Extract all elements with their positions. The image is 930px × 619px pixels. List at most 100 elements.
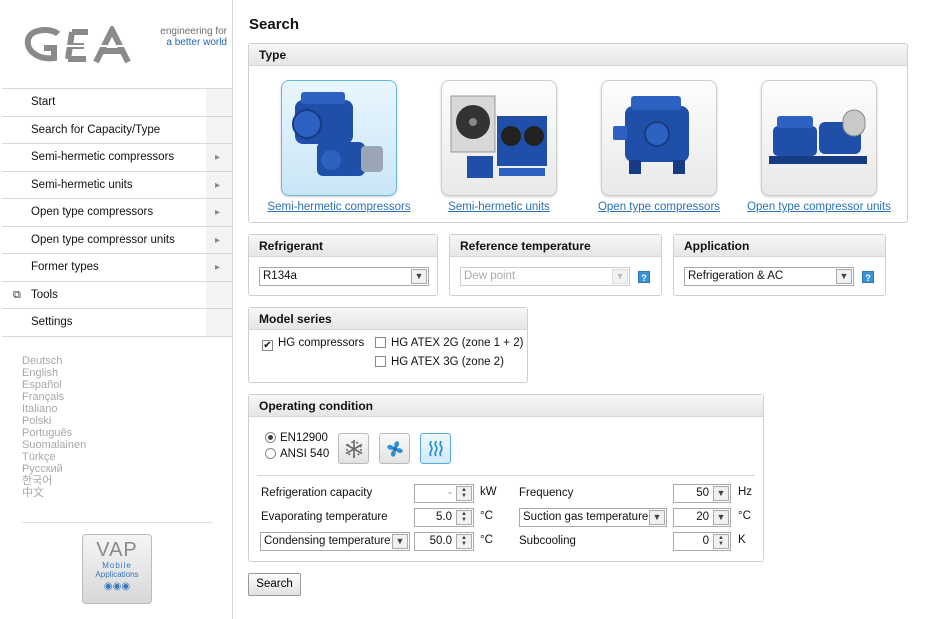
sidebar-item-label: Former types xyxy=(31,261,99,273)
refrigerant-select[interactable]: R134a ▼ xyxy=(259,267,429,286)
ansi540-radio[interactable]: ANSI 540 xyxy=(265,448,329,460)
sidebar-item-tools[interactable]: ⧉ Tools xyxy=(2,281,232,309)
language-link[interactable]: Français xyxy=(22,391,86,403)
hg-atex-3g-checkbox[interactable]: HG ATEX 3G (zone 2) xyxy=(375,356,504,368)
language-link[interactable]: English xyxy=(22,367,86,379)
external-link-icon: ⧉ xyxy=(13,288,21,301)
refrigeration-mode-button[interactable] xyxy=(338,433,369,464)
type-semi-hermetic-units[interactable]: Semi-hermetic units xyxy=(419,80,579,213)
condensing-temperature-value: 50.0 xyxy=(429,535,452,547)
language-link[interactable]: 中文 xyxy=(22,487,86,499)
reference-temperature-select[interactable]: Dew point ▼ xyxy=(460,267,630,286)
type-label[interactable]: Open type compressors xyxy=(579,201,739,213)
type-label[interactable]: Semi-hermetic compressors xyxy=(259,201,419,213)
air-conditioning-mode-button[interactable] xyxy=(379,433,410,464)
sidebar-item-semi-hermetic-compressors[interactable]: Semi-hermetic compressors ▸ xyxy=(2,144,232,172)
chevron-right-icon: ▸ xyxy=(215,234,221,246)
help-icon[interactable]: ? xyxy=(862,271,874,283)
sidebar-item-label: Semi-hermetic units xyxy=(31,178,133,191)
language-link[interactable]: Español xyxy=(22,379,86,391)
sidebar-divider xyxy=(22,522,212,523)
language-list: Deutsch English Español Français Italian… xyxy=(22,355,86,499)
refrigerant-panel: Refrigerant R134a ▼ xyxy=(248,234,438,296)
chevron-down-icon: ▼ xyxy=(649,510,665,525)
operating-condition-panel: Operating condition EN12900 ANSI 540 Ref… xyxy=(248,394,764,562)
model-series-panel: Model series ✔ HG compressors HG ATEX 2G … xyxy=(248,307,528,383)
chevron-down-icon[interactable]: ▼ xyxy=(713,486,729,501)
type-panel-title: Type xyxy=(249,44,907,66)
checkbox-label: HG ATEX 2G (zone 1 + 2) xyxy=(391,337,524,349)
refrigerant-title: Refrigerant xyxy=(249,235,437,257)
checkbox-label: HG ATEX 3G (zone 2) xyxy=(391,356,504,368)
type-label[interactable]: Semi-hermetic units xyxy=(419,201,579,213)
type-open-type-compressors[interactable]: Open type compressors xyxy=(579,80,739,213)
language-link[interactable]: Português xyxy=(22,427,86,439)
chevron-down-icon[interactable]: ▼ xyxy=(713,510,729,525)
chevron-right-icon: ▸ xyxy=(215,152,221,163)
heat-pump-mode-button[interactable] xyxy=(420,433,451,464)
hg-atex-2g-checkbox[interactable]: HG ATEX 2G (zone 1 + 2) xyxy=(375,337,523,349)
vap-title: VAP xyxy=(96,539,138,561)
vap-device-icons: ◉◉◉ xyxy=(103,581,131,592)
vap-app-badge[interactable]: VAP Mobile Applications ◉◉◉ xyxy=(82,534,152,604)
spinner-icon[interactable]: ▲ ▼ xyxy=(713,534,729,549)
model-series-title: Model series xyxy=(249,308,527,330)
heat-icon xyxy=(428,440,443,457)
subcooling-input[interactable]: 0 ▲ ▼ xyxy=(673,532,731,551)
suction-gas-temperature-value: 20 xyxy=(696,511,709,523)
chevron-down-icon: ▼ xyxy=(392,534,408,549)
subcooling-label: Subcooling xyxy=(519,535,576,547)
frequency-value: 50 xyxy=(696,487,709,499)
language-link[interactable]: Русский xyxy=(22,463,86,475)
type-open-type-compressor-units[interactable]: Open type compressor units xyxy=(739,80,899,213)
spinner-icon[interactable]: ▲ ▼ xyxy=(456,534,472,549)
suction-gas-temperature-input[interactable]: 20 ▼ xyxy=(673,508,731,527)
gea-logo[interactable]: engineering for a better world xyxy=(24,26,227,71)
sidebar-item-label: Semi-hermetic compressors xyxy=(31,151,175,163)
language-link[interactable]: Polski xyxy=(22,415,86,427)
application-value: Refrigeration & AC xyxy=(688,270,784,282)
refrigeration-capacity-input[interactable]: - ▲ ▼ xyxy=(414,484,474,503)
sidebar-item-settings[interactable]: Settings xyxy=(2,309,232,337)
condensing-temperature-label: Condensing temperature xyxy=(264,535,391,547)
checkbox-label: HG compressors xyxy=(278,337,365,349)
frequency-label: Frequency xyxy=(519,487,574,499)
radio-icon xyxy=(265,448,276,459)
chevron-down-icon: ▼ xyxy=(612,269,628,284)
subcooling-unit: K xyxy=(738,534,746,546)
sidebar-item-open-type-compressors[interactable]: Open type compressors ▸ xyxy=(2,199,232,227)
en12900-radio[interactable]: EN12900 xyxy=(265,432,328,444)
spinner-icon[interactable]: ▲ ▼ xyxy=(456,486,472,501)
condensing-temperature-input[interactable]: 50.0 ▲ ▼ xyxy=(414,532,474,551)
semi-hermetic-compressors-image xyxy=(281,80,397,196)
language-link[interactable]: Suomalainen xyxy=(22,439,86,451)
sidebar-item-label: Start xyxy=(31,96,56,108)
sidebar-item-search-capacity-type[interactable]: Search for Capacity/Type xyxy=(2,116,232,144)
hg-compressors-checkbox[interactable]: ✔ HG compressors xyxy=(262,337,364,351)
type-label[interactable]: Open type compressor units xyxy=(739,201,899,213)
help-icon[interactable]: ? xyxy=(638,271,650,283)
frequency-input[interactable]: 50 ▼ xyxy=(673,484,731,503)
frequency-unit: Hz xyxy=(738,486,753,498)
chevron-right-icon: ▸ xyxy=(215,262,221,273)
chevron-down-icon: ▼ xyxy=(411,269,427,284)
suction-gas-temperature-select[interactable]: Suction gas temperature ▼ xyxy=(519,508,667,527)
sidebar-item-open-type-compressor-units[interactable]: Open type compressor units ▸ xyxy=(2,226,232,254)
sidebar-item-former-types[interactable]: Former types ▸ xyxy=(2,254,232,282)
language-link[interactable]: Deutsch xyxy=(22,355,86,367)
reference-temperature-panel: Reference temperature Dew point ▼ ? xyxy=(449,234,662,296)
condensing-temperature-select[interactable]: Condensing temperature ▼ xyxy=(260,532,410,551)
sidebar-item-semi-hermetic-units[interactable]: Semi-hermetic units ▸ xyxy=(2,171,232,199)
evaporating-temperature-input[interactable]: 5.0 ▲ ▼ xyxy=(414,508,474,527)
language-link[interactable]: 한국어 xyxy=(22,475,86,487)
sidebar-item-label: Tools xyxy=(31,288,58,301)
search-button[interactable]: Search xyxy=(248,573,301,596)
language-link[interactable]: Türkçe xyxy=(22,451,86,463)
language-link[interactable]: Italiano xyxy=(22,403,86,415)
sidebar-item-label: Settings xyxy=(31,316,73,328)
open-type-compressors-image xyxy=(601,80,717,196)
application-select[interactable]: Refrigeration & AC ▼ xyxy=(684,267,854,286)
type-semi-hermetic-compressors[interactable]: Semi-hermetic compressors xyxy=(259,80,419,213)
sidebar-item-start[interactable]: Start xyxy=(2,89,232,117)
spinner-icon[interactable]: ▲ ▼ xyxy=(456,510,472,525)
